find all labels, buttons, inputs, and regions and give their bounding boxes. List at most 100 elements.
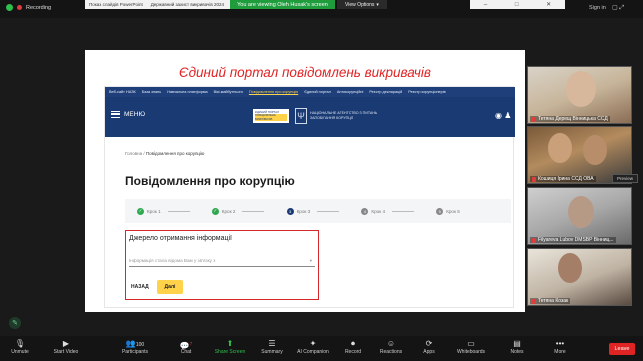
microphone-muted-icon: 🎙 — [14, 339, 26, 348]
reactions-icon: ☺ — [386, 339, 396, 348]
nav-item: Веб-сайт НАЗК — [109, 90, 136, 94]
portal-screenshot: Веб-сайт НАЗК База знань Навчальна платф… — [104, 86, 515, 308]
step-number: 5 — [436, 207, 444, 215]
participant-name: Тетяна Козак — [530, 298, 571, 304]
nav-item: База знань — [141, 90, 162, 94]
menu-button: МЕНЮ — [111, 111, 145, 118]
whiteboard-icon: ▭ — [467, 339, 475, 348]
record-icon: ⏺ — [351, 339, 355, 348]
summary-button[interactable]: ☰ Summary — [252, 338, 292, 355]
trident-icon: Ψ — [295, 108, 307, 124]
maximize-icon: □ — [514, 1, 519, 8]
check-icon: ✓ — [137, 207, 144, 215]
annotate-pencil-icon[interactable]: ✎ — [9, 317, 21, 329]
view-options-button[interactable]: View Options ▾ — [337, 0, 387, 9]
form-heading: Джерело отримання інформації — [129, 235, 232, 242]
video-off-icon: ▶ — [62, 339, 70, 348]
start-video-button[interactable]: ▶ Start Video — [46, 338, 86, 355]
nav-item: Вікі-майбутнього — [213, 90, 243, 94]
nav-item: Єдиний портал — [304, 90, 331, 94]
notes-icon: ▤ — [513, 339, 521, 348]
participant-tile[interactable]: Filyareva Lubov DMSBP Вінниц... — [527, 187, 632, 245]
viewing-banner: You are viewing Oleh Husak's screen — [230, 0, 335, 9]
view-options-label: View Options — [345, 1, 375, 8]
shared-tab-2: Державний захист викривачів 2024 — [150, 2, 224, 7]
close-icon: ✕ — [546, 2, 552, 8]
record-button[interactable]: ⏺ Record — [333, 338, 373, 355]
chevron-down-icon: ▾ — [309, 257, 312, 263]
more-icon: ••• — [555, 339, 565, 348]
participants-button[interactable]: 👥100 Participants — [115, 338, 155, 355]
sign-in-link[interactable]: Sign in — [589, 5, 606, 11]
nav-item: Реєстр декларацій — [369, 90, 403, 94]
step-3: 3 Крок 3 — [286, 207, 362, 215]
meeting-toolbar: 🎙 Unmute ▶ Start Video 👥100 Participants 💬7… — [0, 336, 643, 361]
participant-tile[interactable]: Тетяна Дерещ Вінницька ССД — [527, 66, 632, 124]
shared-window-tabs: Показ слайдів PowerPoint Державний захис… — [85, 0, 230, 9]
nav-item: Реєстр корупціонерів — [408, 90, 446, 94]
info-source-select: Інформація стала відома Вам у зв'язку з … — [129, 255, 315, 267]
window-menu-icon[interactable]: ▢ ⤢ — [612, 4, 624, 12]
leave-button[interactable]: Leave — [609, 343, 635, 355]
ai-companion-button[interactable]: ✦ AI Companion — [293, 338, 333, 355]
step-connector — [167, 210, 190, 212]
info-source-form: Джерело отримання інформації Інформація … — [125, 230, 319, 300]
shared-tab-1: Показ слайдів PowerPoint — [89, 2, 143, 7]
mic-muted-icon — [532, 176, 536, 182]
step-label: Крок 1 — [147, 208, 161, 214]
participant-name: Тетяна Дерещ Вінницька ССД — [530, 116, 610, 122]
participant-tile[interactable]: Тетяна Козак — [527, 248, 632, 306]
unmute-button[interactable]: 🎙 Unmute — [0, 338, 40, 355]
logo-line-2: ПОВІДОМЛЕНЬ ВИКРИВАЧІВ — [255, 114, 287, 122]
step-connector — [392, 210, 415, 212]
apps-icon: ⟳ — [425, 339, 433, 348]
participant-name: Кошиця Ірина ССД ОВА — [530, 176, 596, 182]
preview-button[interactable]: Preview — [612, 174, 638, 183]
top-bar: Recording Показ слайдів PowerPoint Держа… — [0, 0, 643, 18]
chevron-down-icon: ▾ — [376, 1, 379, 8]
nav-item: Антикорупційні — [336, 90, 364, 94]
mic-muted-icon — [532, 116, 536, 122]
mic-muted-icon — [532, 298, 536, 304]
portal-logo: ЄДИНИЙ ПОРТАЛ ПОВІДОМЛЕНЬ ВИКРИВАЧІВ — [253, 109, 289, 123]
zoom-meeting-window: Recording Показ слайдів PowerPoint Держа… — [0, 0, 643, 361]
apps-button[interactable]: ⟳ Apps — [409, 338, 449, 355]
select-placeholder: Інформація стала відома Вам у зв'язку з — [129, 258, 216, 263]
share-screen-button[interactable]: ⬆ Share Screen — [210, 338, 250, 355]
whiteboards-button[interactable]: ▭ Whiteboards — [451, 338, 491, 355]
participant-video — [558, 253, 582, 283]
step-label: Крок 2 — [221, 208, 236, 214]
participant-video — [548, 133, 572, 163]
breadcrumb-separator: / — [143, 151, 145, 156]
share-screen-icon: ⬆ — [226, 339, 234, 348]
ai-companion-icon: ✦ — [309, 339, 317, 348]
chat-icon: 💬7 — [179, 341, 193, 351]
notes-button[interactable]: ▤ Notes — [497, 338, 537, 355]
summary-icon: ☰ — [268, 339, 276, 348]
participant-video — [566, 71, 596, 107]
hamburger-icon — [111, 111, 120, 118]
portal-header: МЕНЮ ЄДИНИЙ ПОРТАЛ ПОВІДОМЛЕНЬ ВИКРИВАЧІ… — [105, 97, 515, 137]
check-icon: ✓ — [211, 207, 219, 215]
reactions-button[interactable]: ☺ Reactions — [371, 338, 411, 355]
step-5: 5 Крок 5 — [436, 207, 511, 215]
page-title: Повідомлення про корупцію — [125, 174, 295, 188]
step-4: 4 Крок 4 — [361, 207, 436, 215]
agency-name: НАЦІОНАЛЬНЕ АГЕНТСТВО З ПИТАНЬ ЗАПОБІГАН… — [310, 111, 378, 120]
participant-name: Filyareva Lubov DMSBP Вінниц... — [530, 237, 616, 243]
mic-muted-icon — [532, 237, 536, 243]
step-label: Крок 5 — [446, 208, 460, 214]
step-2: ✓ Крок 2 — [211, 207, 287, 215]
shared-slide: Єдиний портал повідомлень викривачів Веб… — [85, 50, 525, 312]
step-connector — [317, 210, 340, 212]
step-label: Крок 3 — [296, 208, 311, 214]
shared-window-controls: – □ ✕ — [470, 0, 565, 9]
step-number: 4 — [361, 207, 369, 215]
eye-icon: ◉ ♟ — [495, 111, 512, 120]
stepper: ✓ Крок 1 ✓ Крок 2 3 Крок 3 4 Крок 4 5 Крок 5 — [125, 199, 511, 223]
more-button[interactable]: ••• More — [540, 338, 580, 355]
breadcrumb-home: Головна — [125, 151, 143, 156]
breadcrumb-current: Повідомлення про корупцію — [145, 151, 205, 156]
nav-item-active: Повідомлення про корупцію — [248, 90, 299, 94]
chat-button[interactable]: 💬7 Chat — [166, 338, 206, 355]
